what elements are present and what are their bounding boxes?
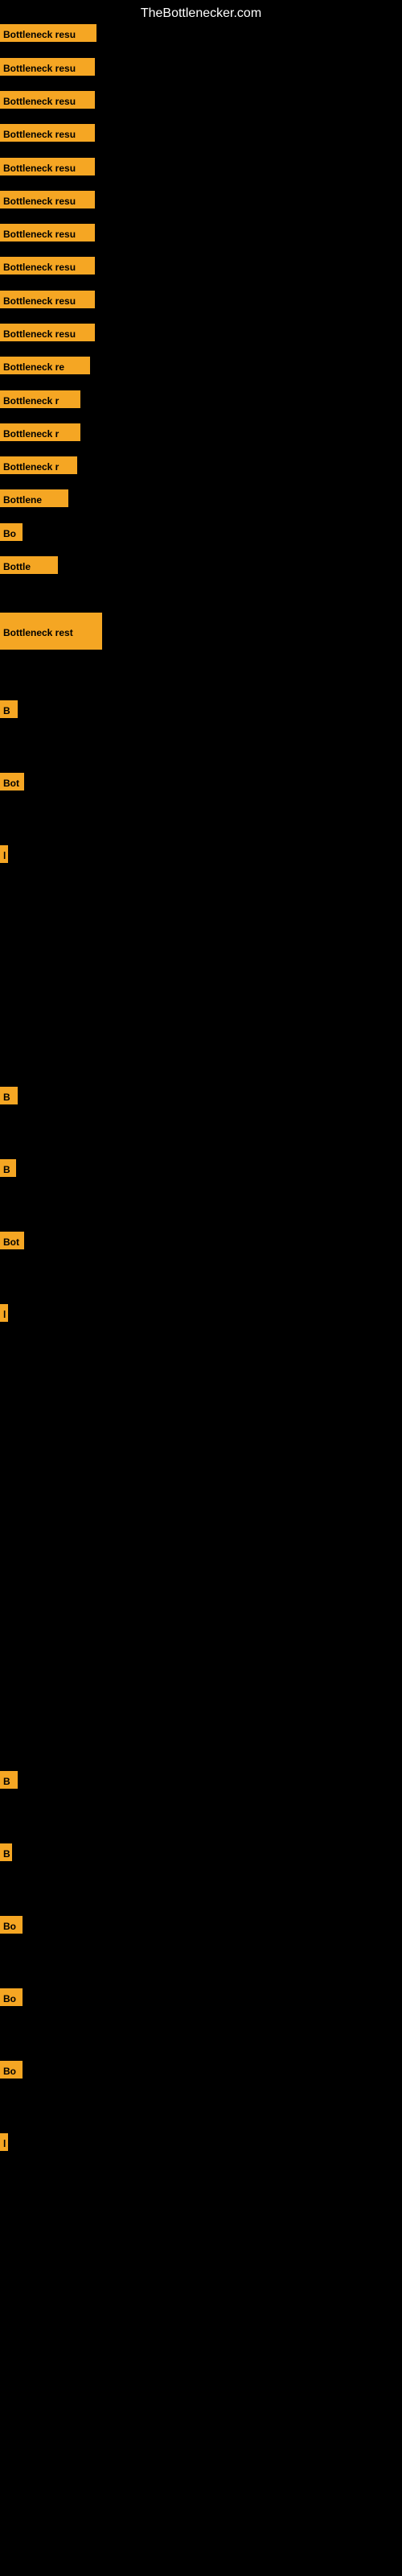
bottleneck-item: Bottlene <box>0 489 68 507</box>
bottleneck-item: l <box>0 2133 8 2151</box>
bottleneck-item: B <box>0 700 18 718</box>
bottleneck-item: Bot <box>0 773 24 791</box>
bottleneck-item: B <box>0 1159 16 1177</box>
bottleneck-item: Bo <box>0 1988 23 2006</box>
bottleneck-item: Bottleneck r <box>0 456 77 474</box>
bottleneck-item: Bottleneck rest <box>0 613 102 650</box>
bottleneck-item: Bo <box>0 2061 23 2079</box>
bottleneck-item: Bottleneck resu <box>0 291 95 308</box>
bottleneck-item: Bottleneck resu <box>0 124 95 142</box>
bottleneck-item: Bot <box>0 1232 24 1249</box>
bottleneck-item: Bottle <box>0 556 58 574</box>
bottleneck-item: Bottleneck resu <box>0 324 95 341</box>
bottleneck-item: Bottleneck r <box>0 390 80 408</box>
bottleneck-item: l <box>0 845 8 863</box>
bottleneck-item: Bottleneck resu <box>0 58 95 76</box>
bottleneck-item: Bottleneck re <box>0 357 90 374</box>
bottleneck-item: B <box>0 1771 18 1789</box>
bottleneck-item: Bottleneck resu <box>0 91 95 109</box>
bottleneck-item: Bottleneck resu <box>0 24 96 42</box>
bottleneck-item: B <box>0 1087 18 1104</box>
bottleneck-item: l <box>0 1304 8 1322</box>
bottleneck-item: Bo <box>0 1916 23 1934</box>
bottleneck-item: Bottleneck resu <box>0 191 95 208</box>
bottleneck-item: Bottleneck resu <box>0 224 95 242</box>
site-title: TheBottlenecker.com <box>0 0 402 27</box>
bottleneck-item: Bottleneck resu <box>0 257 95 275</box>
bottleneck-item: B <box>0 1843 12 1861</box>
bottleneck-item: Bo <box>0 523 23 541</box>
bottleneck-item: Bottleneck resu <box>0 158 95 175</box>
bottleneck-item: Bottleneck r <box>0 423 80 441</box>
